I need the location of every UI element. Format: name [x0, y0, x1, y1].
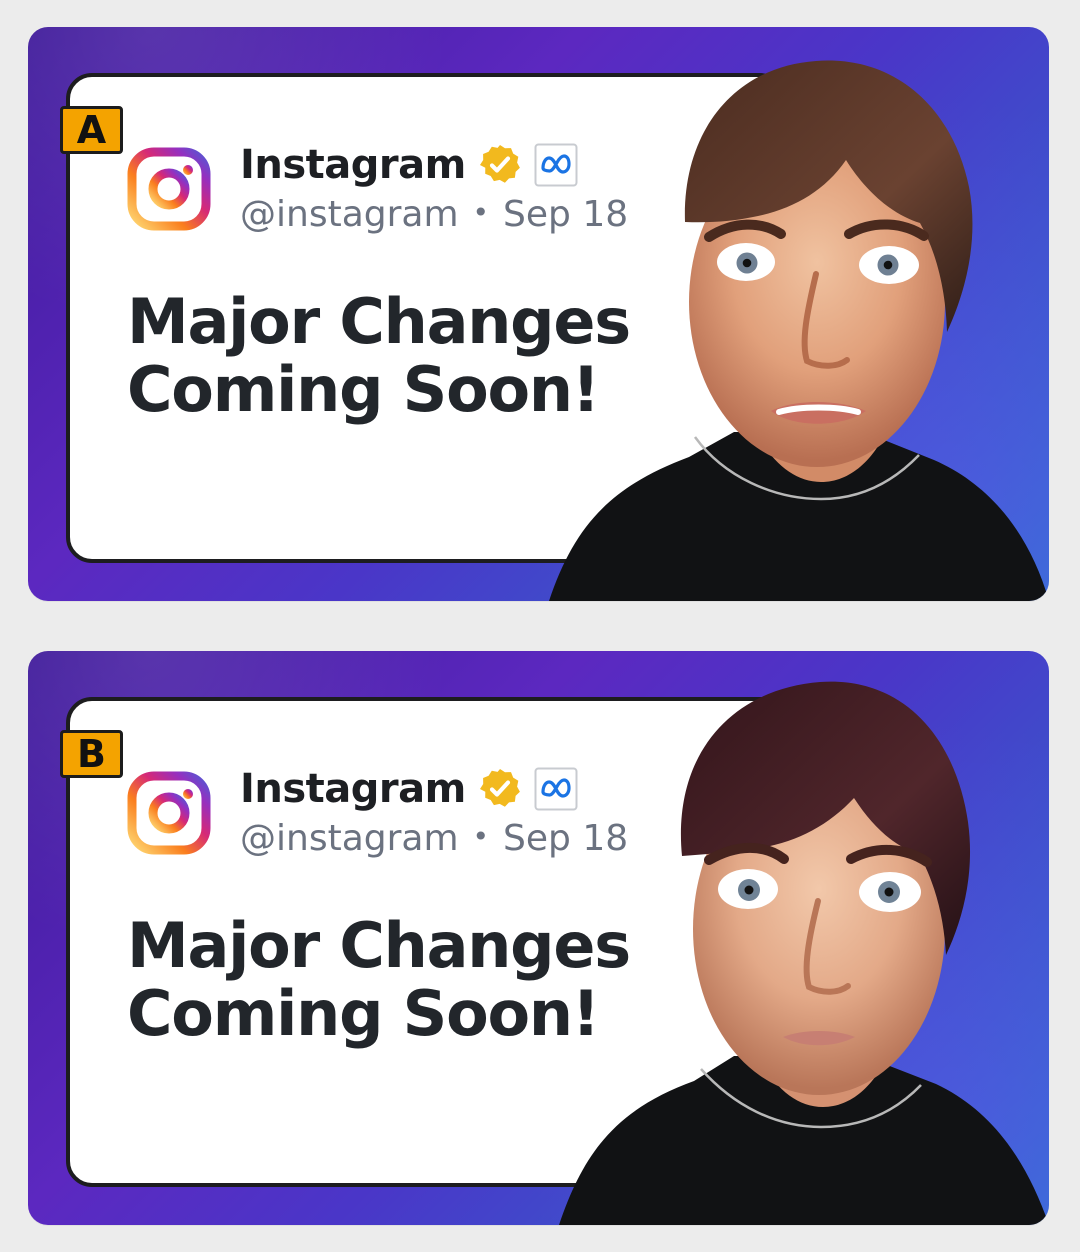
- separator-dot: •: [472, 196, 490, 229]
- post-date: Sep 18: [503, 818, 629, 859]
- account-name-line: Instagram: [240, 765, 628, 813]
- tweet-header: Instagram @instagram • Sep 18: [127, 143, 628, 233]
- variant-badge-a: A: [60, 106, 123, 154]
- account-subline: @instagram • Sep 18: [240, 197, 628, 233]
- account-name: Instagram: [240, 766, 466, 812]
- variant-badge-b: B: [60, 730, 123, 778]
- variant-panel-a: A Instagram @instagram • Sep 18 Major Ch…: [28, 27, 1049, 601]
- account-name-line: Instagram: [240, 141, 628, 189]
- instagram-logo-icon: [127, 771, 211, 855]
- account-meta: Instagram @instagram • Sep 18: [240, 141, 628, 233]
- meta-logo-icon: [534, 767, 578, 811]
- headline-text: Major Changes Coming Soon!: [127, 285, 631, 427]
- verified-badge-icon: [479, 145, 520, 183]
- account-name: Instagram: [240, 142, 466, 188]
- account-handle: @instagram: [240, 818, 459, 859]
- post-date: Sep 18: [503, 194, 629, 235]
- account-meta: Instagram @instagram • Sep 18: [240, 765, 628, 857]
- tweet-card: B Instagram @instagram • Sep 18 Major Ch…: [60, 697, 786, 1187]
- verified-badge-icon: [479, 769, 520, 807]
- tweet-header: Instagram @instagram • Sep 18: [127, 767, 628, 857]
- instagram-logo-icon: [127, 147, 211, 231]
- separator-dot: •: [472, 820, 490, 853]
- meta-logo-icon: [534, 143, 578, 187]
- account-handle: @instagram: [240, 194, 459, 235]
- variant-panel-b: B Instagram @instagram • Sep 18 Major Ch…: [28, 651, 1049, 1225]
- thumbnail-comparison-page: A Instagram @instagram • Sep 18 Major Ch…: [0, 0, 1080, 1252]
- headline-text: Major Changes Coming Soon!: [127, 909, 631, 1051]
- tweet-card: A Instagram @instagram • Sep 18 Major Ch…: [60, 73, 786, 563]
- account-subline: @instagram • Sep 18: [240, 821, 628, 857]
